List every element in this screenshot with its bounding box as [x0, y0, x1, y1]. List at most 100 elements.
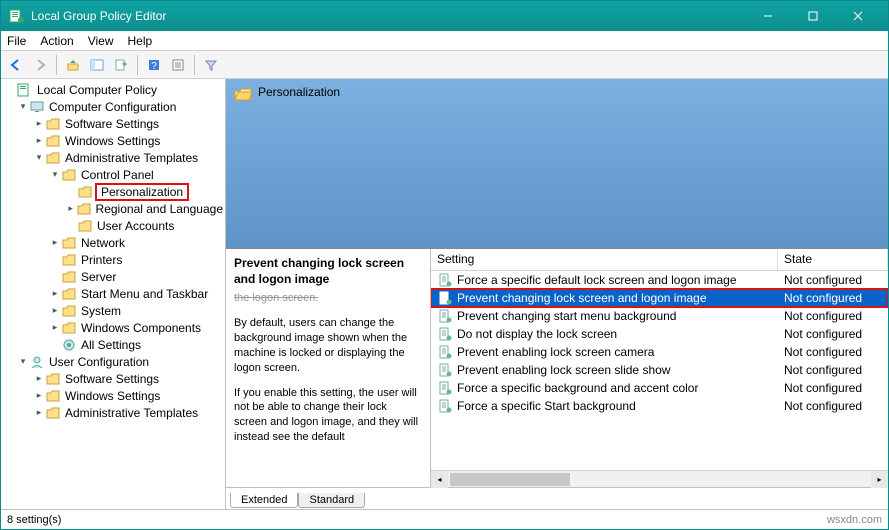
setting-row[interactable]: Prevent changing lock screen and logon i… [431, 289, 888, 307]
tree-printers[interactable]: Printers [1, 251, 225, 268]
tab-extended[interactable]: Extended [230, 493, 298, 508]
tree-user-software-settings[interactable]: ▸Software Settings [1, 370, 225, 387]
setting-label: Prevent changing lock screen and logon i… [457, 291, 778, 305]
filter-button[interactable] [200, 54, 222, 76]
chevron-right-icon[interactable]: ▸ [49, 237, 61, 248]
tree-server[interactable]: Server [1, 268, 225, 285]
folder-icon [45, 150, 61, 166]
horizontal-scrollbar[interactable]: ◂ ▸ [431, 470, 888, 487]
minimize-button[interactable] [745, 1, 790, 31]
tree-user-admin-templates[interactable]: ▸Administrative Templates [1, 404, 225, 421]
folder-icon [61, 167, 77, 183]
chevron-right-icon[interactable]: ▸ [33, 407, 45, 418]
tree-root[interactable]: Local Computer Policy [1, 81, 225, 98]
scroll-right-icon[interactable]: ▸ [871, 471, 888, 488]
scroll-track[interactable] [448, 471, 871, 488]
properties-button[interactable] [167, 54, 189, 76]
help-button[interactable]: ? [143, 54, 165, 76]
up-button[interactable] [62, 54, 84, 76]
statusbar: 8 setting(s) wsxdn.com [1, 509, 888, 529]
chevron-right-icon[interactable]: ▸ [33, 390, 45, 401]
tree-computer-config[interactable]: ▾Computer Configuration [1, 98, 225, 115]
description-title: Prevent changing lock screen and logon i… [234, 255, 422, 287]
tree-user-config[interactable]: ▾User Configuration [1, 353, 225, 370]
setting-label: Prevent enabling lock screen slide show [457, 363, 778, 377]
tree-admin-templates[interactable]: ▾Administrative Templates [1, 149, 225, 166]
folder-icon [61, 252, 77, 268]
setting-state: Not configured [778, 381, 888, 395]
setting-state: Not configured [778, 291, 888, 305]
chevron-down-icon[interactable]: ▾ [33, 152, 45, 163]
view-tabs: Extended Standard [226, 487, 888, 509]
user-icon [29, 354, 45, 370]
setting-row[interactable]: Force a specific background and accent c… [431, 379, 888, 397]
tree-user-windows-settings[interactable]: ▸Windows Settings [1, 387, 225, 404]
policy-tree[interactable]: Local Computer Policy ▾Computer Configur… [1, 79, 226, 509]
setting-row[interactable]: Force a specific default lock screen and… [431, 271, 888, 289]
tree-network[interactable]: ▸Network [1, 234, 225, 251]
menu-action[interactable]: Action [40, 34, 73, 48]
toolbar: ? [1, 51, 888, 79]
tree-control-panel[interactable]: ▾Control Panel [1, 166, 225, 183]
description-p2: If you enable this setting, the user wil… [234, 386, 422, 445]
tree-system[interactable]: ▸System [1, 302, 225, 319]
chevron-right-icon[interactable]: ▸ [33, 118, 45, 129]
menu-view[interactable]: View [88, 34, 114, 48]
back-button[interactable] [5, 54, 27, 76]
chevron-right-icon[interactable]: ▸ [33, 373, 45, 384]
right-pane: Personalization Prevent changing lock sc… [226, 79, 888, 509]
chevron-right-icon[interactable]: ▸ [65, 203, 76, 214]
svg-text:?: ? [151, 61, 157, 72]
folder-icon [61, 320, 77, 336]
tree-personalization[interactable]: Personalization [1, 183, 225, 200]
tree-windows-components[interactable]: ▸Windows Components [1, 319, 225, 336]
chevron-right-icon[interactable]: ▸ [33, 135, 45, 146]
setting-label: Do not display the lock screen [457, 327, 778, 341]
scroll-left-icon[interactable]: ◂ [431, 471, 448, 488]
setting-state: Not configured [778, 363, 888, 377]
policy-icon [437, 272, 453, 288]
folder-open-icon [234, 87, 252, 103]
settings-grid: Setting State Force a specific default l… [431, 249, 888, 487]
maximize-button[interactable] [790, 1, 835, 31]
setting-state: Not configured [778, 399, 888, 413]
tree-regional-language[interactable]: ▸Regional and Language [1, 200, 225, 217]
chevron-right-icon[interactable]: ▸ [49, 288, 61, 299]
setting-label: Prevent enabling lock screen camera [457, 345, 778, 359]
scroll-thumb[interactable] [450, 473, 570, 486]
setting-row[interactable]: Do not display the lock screenNot config… [431, 325, 888, 343]
export-list-button[interactable] [110, 54, 132, 76]
setting-label: Force a specific Start background [457, 399, 778, 413]
tree-software-settings[interactable]: ▸Software Settings [1, 115, 225, 132]
chevron-right-icon[interactable]: ▸ [49, 322, 61, 333]
close-button[interactable] [835, 1, 880, 31]
policy-icon [437, 398, 453, 414]
column-setting[interactable]: Setting [431, 249, 778, 270]
setting-row[interactable]: Prevent enabling lock screen slide showN… [431, 361, 888, 379]
tree-all-settings[interactable]: All Settings [1, 336, 225, 353]
column-state[interactable]: State [778, 249, 888, 270]
chevron-right-icon[interactable]: ▸ [49, 305, 61, 316]
tree-windows-settings[interactable]: ▸Windows Settings [1, 132, 225, 149]
window-title: Local Group Policy Editor [31, 9, 745, 23]
show-hide-tree-button[interactable] [86, 54, 108, 76]
tree-user-accounts[interactable]: User Accounts [1, 217, 225, 234]
menu-file[interactable]: File [7, 34, 26, 48]
chevron-down-icon[interactable]: ▾ [49, 169, 61, 180]
setting-state: Not configured [778, 273, 888, 287]
setting-state: Not configured [778, 345, 888, 359]
tab-standard[interactable]: Standard [298, 493, 365, 508]
setting-row[interactable]: Prevent changing start menu backgroundNo… [431, 307, 888, 325]
grid-rows: Force a specific default lock screen and… [431, 271, 888, 470]
folder-icon [61, 286, 77, 302]
main-body: Local Computer Policy ▾Computer Configur… [1, 79, 888, 509]
tree-start-menu-taskbar[interactable]: ▸Start Menu and Taskbar [1, 285, 225, 302]
setting-row[interactable]: Prevent enabling lock screen cameraNot c… [431, 343, 888, 361]
chevron-down-icon[interactable]: ▾ [17, 101, 29, 112]
setting-row[interactable]: Force a specific Start backgroundNot con… [431, 397, 888, 415]
chevron-down-icon[interactable]: ▾ [17, 356, 29, 367]
menu-help[interactable]: Help [128, 34, 153, 48]
setting-label: Prevent changing start menu background [457, 309, 778, 323]
forward-button[interactable] [29, 54, 51, 76]
titlebar[interactable]: Local Group Policy Editor [1, 1, 888, 31]
